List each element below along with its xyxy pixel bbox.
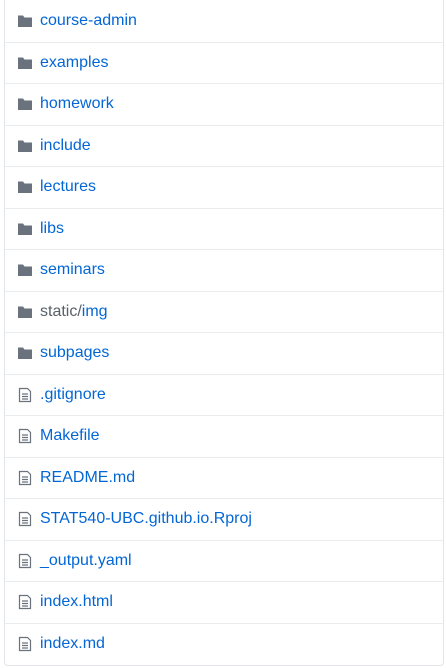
entry-name[interactable]: examples xyxy=(40,54,108,72)
entry-name[interactable]: README.md xyxy=(40,469,135,487)
file-list: course-admin examples homework include lectu… xyxy=(4,0,444,666)
folder-icon xyxy=(16,220,33,237)
file-icon xyxy=(16,635,33,652)
entry-name[interactable]: subpages xyxy=(40,344,109,362)
folder-icon xyxy=(16,262,33,279)
folder-row[interactable]: course-admin xyxy=(5,0,443,42)
file-row[interactable]: .gitignore xyxy=(5,373,443,416)
folder-icon xyxy=(16,96,33,113)
entry-link[interactable]: course-admin xyxy=(40,12,137,29)
file-icon xyxy=(16,594,33,611)
folder-row[interactable]: libs xyxy=(5,207,443,250)
file-icon xyxy=(16,386,33,403)
entry-name[interactable]: seminars xyxy=(40,261,105,279)
entry-name[interactable]: lectures xyxy=(40,178,96,196)
folder-icon xyxy=(16,179,33,196)
entry-link[interactable]: homework xyxy=(40,95,114,112)
entry-link[interactable]: subpages xyxy=(40,344,109,361)
entry-link[interactable]: README.md xyxy=(40,469,135,486)
entry-link[interactable]: STAT540-UBC.github.io.Rproj xyxy=(40,510,252,527)
file-row[interactable]: index.md xyxy=(5,622,443,665)
file-row[interactable]: README.md xyxy=(5,456,443,499)
file-icon xyxy=(16,469,33,486)
entry-link[interactable]: index.md xyxy=(40,635,105,652)
entry-name[interactable]: homework xyxy=(40,95,114,113)
entry-link[interactable]: .gitignore xyxy=(40,386,106,403)
entry-link[interactable]: include xyxy=(40,137,91,154)
entry-link[interactable]: examples xyxy=(40,54,108,71)
entry-link[interactable]: index.html xyxy=(40,593,113,610)
folder-icon xyxy=(16,137,33,154)
entry-name[interactable]: .gitignore xyxy=(40,386,106,404)
folder-icon xyxy=(16,303,33,320)
folder-row[interactable]: include xyxy=(5,124,443,167)
folder-icon xyxy=(16,12,33,29)
file-row[interactable]: STAT540-UBC.github.io.Rproj xyxy=(5,498,443,540)
folder-icon xyxy=(16,54,33,71)
folder-row[interactable]: static/img xyxy=(5,290,443,333)
entry-name[interactable]: _output.yaml xyxy=(40,552,132,570)
entry-name[interactable]: index.html xyxy=(40,593,113,611)
folder-row[interactable]: seminars xyxy=(5,249,443,291)
entry-name[interactable]: static/img xyxy=(40,303,108,321)
entry-name[interactable]: Makefile xyxy=(40,427,100,445)
folder-row[interactable]: examples xyxy=(5,41,443,84)
folder-row[interactable]: lectures xyxy=(5,166,443,208)
file-icon xyxy=(16,552,33,569)
entry-link[interactable]: img xyxy=(82,303,108,320)
entry-name[interactable]: course-admin xyxy=(40,12,137,30)
file-icon xyxy=(16,428,33,445)
entry-link[interactable]: libs xyxy=(40,220,64,237)
entry-link[interactable]: Makefile xyxy=(40,427,100,444)
file-row[interactable]: _output.yaml xyxy=(5,539,443,582)
entry-link[interactable]: _output.yaml xyxy=(40,552,132,569)
folder-row[interactable]: subpages xyxy=(5,332,443,374)
folder-row[interactable]: homework xyxy=(5,83,443,125)
folder-icon xyxy=(16,345,33,362)
file-icon xyxy=(16,511,33,528)
entry-name[interactable]: include xyxy=(40,137,91,155)
file-row[interactable]: Makefile xyxy=(5,415,443,457)
entry-path-prefix: static/ xyxy=(40,302,82,320)
entry-name[interactable]: STAT540-UBC.github.io.Rproj xyxy=(40,510,252,528)
entry-name[interactable]: index.md xyxy=(40,635,105,653)
entry-name[interactable]: libs xyxy=(40,220,64,238)
entry-link[interactable]: seminars xyxy=(40,261,105,278)
entry-link[interactable]: lectures xyxy=(40,178,96,195)
file-row[interactable]: index.html xyxy=(5,581,443,623)
